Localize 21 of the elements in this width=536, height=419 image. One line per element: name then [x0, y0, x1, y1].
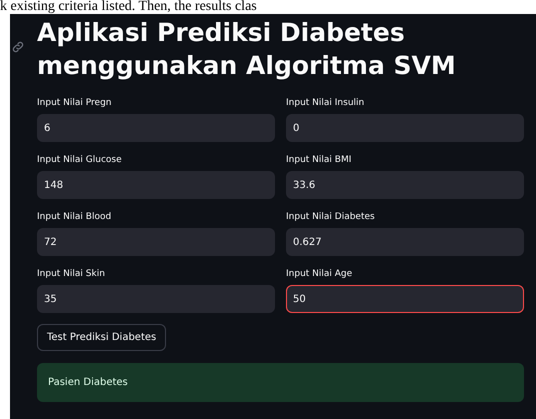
- input-field[interactable]: 50: [286, 285, 524, 313]
- field-label: Input Nilai Age: [286, 268, 354, 280]
- input-field[interactable]: 72: [37, 228, 275, 256]
- field-label: Input Nilai Insulin: [286, 97, 366, 109]
- link-icon: [11, 40, 25, 54]
- test-prediction-button[interactable]: Test Prediksi Diabetes: [37, 324, 166, 351]
- input-field[interactable]: 6: [37, 114, 275, 142]
- field-label: Input Nilai BMI: [286, 154, 352, 166]
- field-label: Input Nilai Glucose: [37, 154, 123, 166]
- document-text: k existing criteria listed. Then, the results clas: [0, 0, 257, 14]
- input-field[interactable]: 33.6: [286, 171, 524, 199]
- input-field[interactable]: 0: [286, 114, 524, 142]
- field-label: Input Nilai Diabetes: [286, 211, 376, 223]
- input-field[interactable]: 35: [37, 285, 275, 313]
- field-label: Input Nilai Blood: [37, 211, 112, 223]
- app-title: Aplikasi Prediksi Diabetes menggunakan Algoritma SVM: [37, 17, 457, 82]
- result-alert: Pasien Diabetes: [37, 363, 524, 402]
- field-label: Input Nilai Skin: [37, 268, 106, 280]
- input-field[interactable]: 148: [37, 171, 275, 199]
- field-label: Input Nilai Pregn: [37, 97, 113, 109]
- input-field[interactable]: 0.627: [286, 228, 524, 256]
